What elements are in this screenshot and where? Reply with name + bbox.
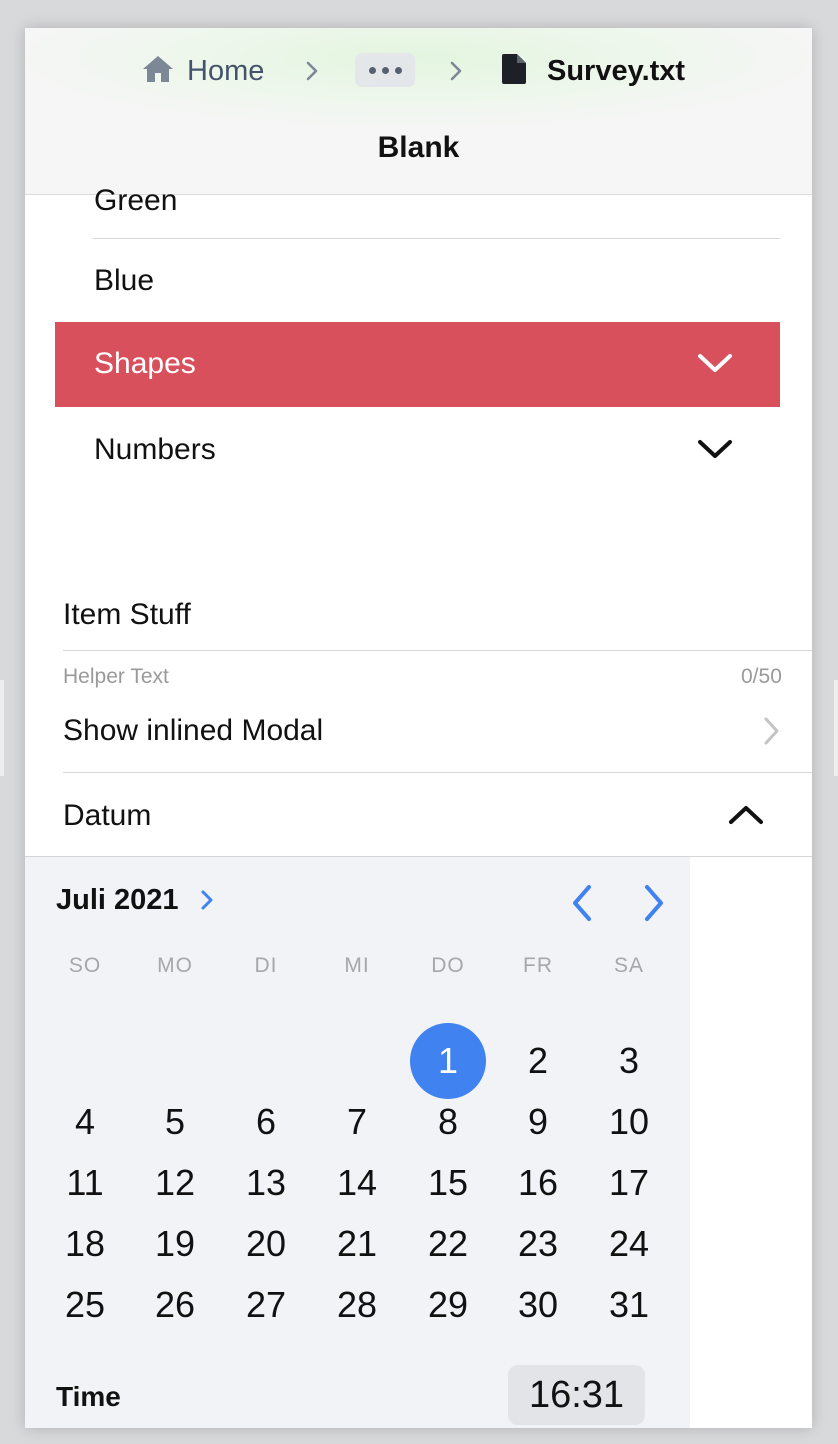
breadcrumb-home[interactable]: Home bbox=[141, 50, 264, 92]
show-inline-modal-item[interactable]: Show inlined Modal bbox=[63, 714, 323, 748]
calendar-day[interactable]: 30 bbox=[500, 1267, 576, 1343]
modal-sheet: Home Survey.txt Blank Green Blue Shapes … bbox=[25, 28, 812, 1428]
divider bbox=[63, 772, 812, 773]
list-item-green[interactable]: Green bbox=[94, 184, 177, 218]
breadcrumb-home-label: Home bbox=[187, 54, 265, 87]
weekday-label: MI bbox=[344, 954, 370, 977]
breadcrumb: Home Survey.txt bbox=[25, 50, 812, 92]
list-item-shapes-label: Shapes bbox=[94, 347, 196, 380]
divider bbox=[63, 650, 812, 651]
month-year-label[interactable]: Juli 2021 bbox=[56, 884, 179, 917]
chevron-right-icon bbox=[446, 60, 466, 82]
right-edge-handle bbox=[834, 680, 838, 776]
list-item-shapes[interactable]: Shapes bbox=[55, 322, 780, 407]
breadcrumb-file[interactable]: Survey.txt bbox=[501, 50, 685, 92]
calendar-day[interactable]: 31 bbox=[591, 1267, 667, 1343]
chevron-right-icon[interactable] bbox=[761, 716, 781, 751]
weekday-label: DO bbox=[431, 954, 465, 977]
weekday-label: SA bbox=[613, 954, 644, 977]
chevron-down-icon[interactable] bbox=[696, 437, 734, 466]
calendar-day[interactable]: 28 bbox=[319, 1267, 395, 1343]
header-bar: Home Survey.txt Blank bbox=[25, 28, 812, 195]
chevron-down-icon bbox=[696, 351, 734, 380]
time-picker-button[interactable]: 16:31 bbox=[508, 1365, 645, 1425]
item-label[interactable]: Item Stuff bbox=[63, 598, 191, 632]
calendar-day[interactable]: 29 bbox=[410, 1267, 486, 1343]
chevron-right-icon bbox=[302, 60, 322, 82]
left-edge-handle bbox=[0, 680, 4, 776]
list-item-numbers[interactable]: Numbers bbox=[94, 433, 216, 467]
previous-month-icon[interactable] bbox=[567, 883, 597, 928]
weekday-label: SO bbox=[68, 954, 102, 977]
weekday-label: MO bbox=[157, 954, 193, 977]
list-item-blue[interactable]: Blue bbox=[94, 264, 154, 298]
calendar-day[interactable]: 27 bbox=[228, 1267, 304, 1343]
document-icon bbox=[501, 53, 527, 90]
datum-label[interactable]: Datum bbox=[63, 799, 151, 833]
divider bbox=[93, 238, 780, 239]
character-counter: 0/50 bbox=[741, 665, 782, 688]
chevron-up-icon[interactable] bbox=[727, 803, 765, 832]
page-title: Blank bbox=[377, 131, 460, 164]
calendar-day[interactable]: 26 bbox=[137, 1267, 213, 1343]
more-horizontal-icon[interactable] bbox=[355, 53, 415, 87]
weekday-label: FR bbox=[523, 954, 553, 977]
chevron-right-icon[interactable] bbox=[199, 888, 215, 917]
next-month-icon[interactable] bbox=[639, 883, 669, 928]
time-label: Time bbox=[56, 1381, 121, 1412]
home-icon bbox=[141, 54, 175, 89]
weekday-label: DI bbox=[254, 954, 278, 977]
calendar-day[interactable]: 25 bbox=[47, 1267, 123, 1343]
breadcrumb-file-label: Survey.txt bbox=[547, 54, 686, 87]
date-picker: Juli 2021 SO MO DI MI DO FR SA 1 2 3 4 5… bbox=[25, 857, 690, 1428]
helper-text: Helper Text bbox=[63, 665, 169, 688]
